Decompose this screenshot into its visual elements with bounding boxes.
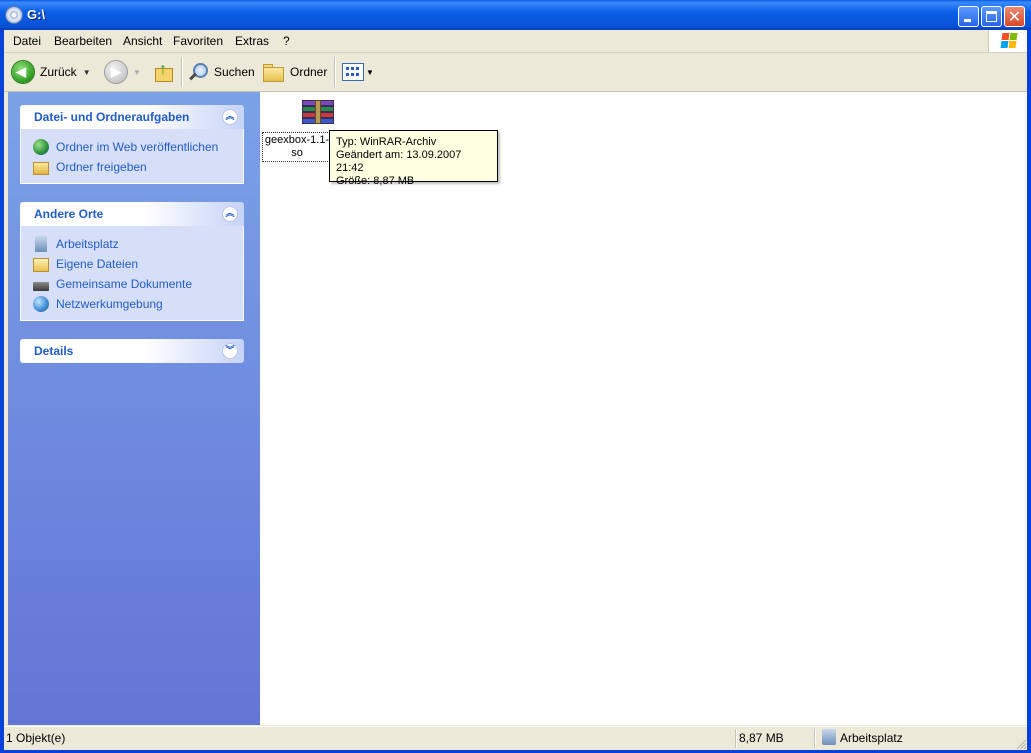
file-tasks-body: Ordner im Web veröffentlichen Ordner fre… xyxy=(20,129,244,184)
details-header[interactable]: Details ︾ xyxy=(20,339,244,363)
other-places-header[interactable]: Andere Orte ︽ xyxy=(20,202,244,226)
shared-documents-icon xyxy=(33,281,49,291)
menu-favoriten[interactable]: Favoriten xyxy=(173,34,223,48)
minimize-button[interactable] xyxy=(958,6,979,27)
status-location: Arbeitsplatz xyxy=(840,731,903,745)
share-folder-link[interactable]: Ordner freigeben xyxy=(21,157,243,177)
up-folder-button[interactable]: ↑ xyxy=(153,59,173,85)
details-title: Details xyxy=(34,344,74,358)
back-arrow-icon: ◀ xyxy=(12,61,34,83)
my-documents-link[interactable]: Eigene Dateien xyxy=(21,254,243,274)
my-documents-label: Eigene Dateien xyxy=(56,257,139,271)
status-object-count: 1 Objekt(e) xyxy=(6,731,66,745)
folder-up-icon: ↑ xyxy=(153,61,173,82)
status-divider xyxy=(814,729,816,748)
back-button[interactable]: ◀ Zurück ▼ xyxy=(12,59,91,85)
back-label: Zurück xyxy=(40,65,77,79)
title-bar[interactable]: G:\ ✕ xyxy=(0,0,1031,30)
toolbar: ◀ Zurück ▼ ▶ ▼ ↑ Suchen Ordner ▼ xyxy=(4,53,1027,92)
tooltip-size: Größe: 8,87 MB xyxy=(336,175,415,187)
details-panel: Details ︾ xyxy=(20,339,244,363)
expand-icon[interactable]: ︾ xyxy=(222,343,238,359)
file-name-line2: so xyxy=(291,147,303,159)
shared-documents-link[interactable]: Gemeinsame Dokumente xyxy=(21,274,243,294)
folders-button[interactable]: Ordner xyxy=(262,59,327,85)
other-places-title: Andere Orte xyxy=(34,207,104,221)
file-view[interactable]: geexbox-1.1- so Typ: WinRAR-Archiv Geänd… xyxy=(260,92,1027,725)
close-button[interactable]: ✕ xyxy=(1004,6,1025,27)
file-name-line1: geexbox-1.1- xyxy=(264,134,330,146)
views-icon xyxy=(342,63,364,81)
views-button[interactable]: ▼ xyxy=(342,59,374,85)
tooltip-type: Typ: WinRAR-Archiv xyxy=(336,136,437,148)
close-icon: ✕ xyxy=(1007,7,1022,26)
maximize-icon xyxy=(986,11,997,22)
forward-arrow-icon: ▶ xyxy=(105,61,127,83)
my-computer-icon xyxy=(822,729,836,745)
menu-bearbeiten[interactable]: Bearbeiten xyxy=(54,34,112,48)
shared-documents-label: Gemeinsame Dokumente xyxy=(56,277,193,291)
minimize-icon xyxy=(964,19,971,22)
file-name-label: geexbox-1.1- so xyxy=(262,132,332,162)
status-divider xyxy=(735,729,737,748)
resize-grip[interactable] xyxy=(1014,737,1026,749)
status-bar: 1 Objekt(e) 8,87 MB Arbeitsplatz xyxy=(4,726,1027,750)
explorer-window: G:\ ✕ Datei Bearbeiten Ansicht Favoriten… xyxy=(0,0,1031,753)
windows-logo-icon xyxy=(988,30,1027,52)
other-places-panel: Andere Orte ︽ Arbeitsplatz Eigene Dateie… xyxy=(20,202,244,321)
network-places-icon xyxy=(33,296,49,312)
window-title: G:\ xyxy=(27,7,46,22)
menu-datei[interactable]: Datei xyxy=(13,34,41,48)
file-tooltip: Typ: WinRAR-Archiv Geändert am: 13.09.20… xyxy=(329,130,498,187)
publish-web-label: Ordner im Web veröffentlichen xyxy=(56,140,219,154)
search-icon xyxy=(188,62,208,82)
file-tasks-header[interactable]: Datei- und Ordneraufgaben ︽ xyxy=(20,105,244,129)
views-dropdown-icon[interactable]: ▼ xyxy=(366,68,374,77)
menu-ansicht[interactable]: Ansicht xyxy=(123,34,162,48)
toolbar-separator xyxy=(334,57,336,87)
status-size: 8,87 MB xyxy=(739,731,784,745)
share-folder-label: Ordner freigeben xyxy=(56,160,147,174)
publish-web-link[interactable]: Ordner im Web veröffentlichen xyxy=(21,137,243,157)
task-pane: Datei- und Ordneraufgaben ︽ Ordner im We… xyxy=(8,92,260,725)
collapse-icon[interactable]: ︽ xyxy=(222,109,238,125)
toolbar-separator xyxy=(181,57,183,87)
forward-dropdown-icon[interactable]: ▼ xyxy=(133,68,141,77)
network-places-link[interactable]: Netzwerkumgebung xyxy=(21,294,243,314)
folder-icon xyxy=(262,63,284,82)
my-computer-icon xyxy=(35,236,47,252)
search-button[interactable]: Suchen xyxy=(188,59,255,85)
menu-help[interactable]: ? xyxy=(283,34,290,48)
my-computer-label: Arbeitsplatz xyxy=(56,237,119,251)
menu-bar: Datei Bearbeiten Ansicht Favoriten Extra… xyxy=(4,30,1027,53)
maximize-button[interactable] xyxy=(981,6,1002,27)
other-places-body: Arbeitsplatz Eigene Dateien Gemeinsame D… xyxy=(20,226,244,321)
shared-folder-icon xyxy=(33,161,49,175)
back-dropdown-icon[interactable]: ▼ xyxy=(83,68,91,77)
my-computer-link[interactable]: Arbeitsplatz xyxy=(21,234,243,254)
forward-button[interactable]: ▶ ▼ xyxy=(105,59,141,85)
folders-label: Ordner xyxy=(290,65,328,79)
search-label: Suchen xyxy=(214,65,255,79)
collapse-icon[interactable]: ︽ xyxy=(222,206,238,222)
my-documents-icon xyxy=(33,257,49,272)
network-places-label: Netzwerkumgebung xyxy=(56,297,163,311)
file-tasks-panel: Datei- und Ordneraufgaben ︽ Ordner im We… xyxy=(20,105,244,184)
drive-cd-icon xyxy=(6,7,22,23)
winrar-archive-icon xyxy=(302,100,334,128)
file-tasks-title: Datei- und Ordneraufgaben xyxy=(34,110,190,124)
menu-extras[interactable]: Extras xyxy=(235,34,269,48)
tooltip-modified: Geändert am: 13.09.2007 21:42 xyxy=(336,149,462,174)
globe-icon xyxy=(33,139,49,155)
